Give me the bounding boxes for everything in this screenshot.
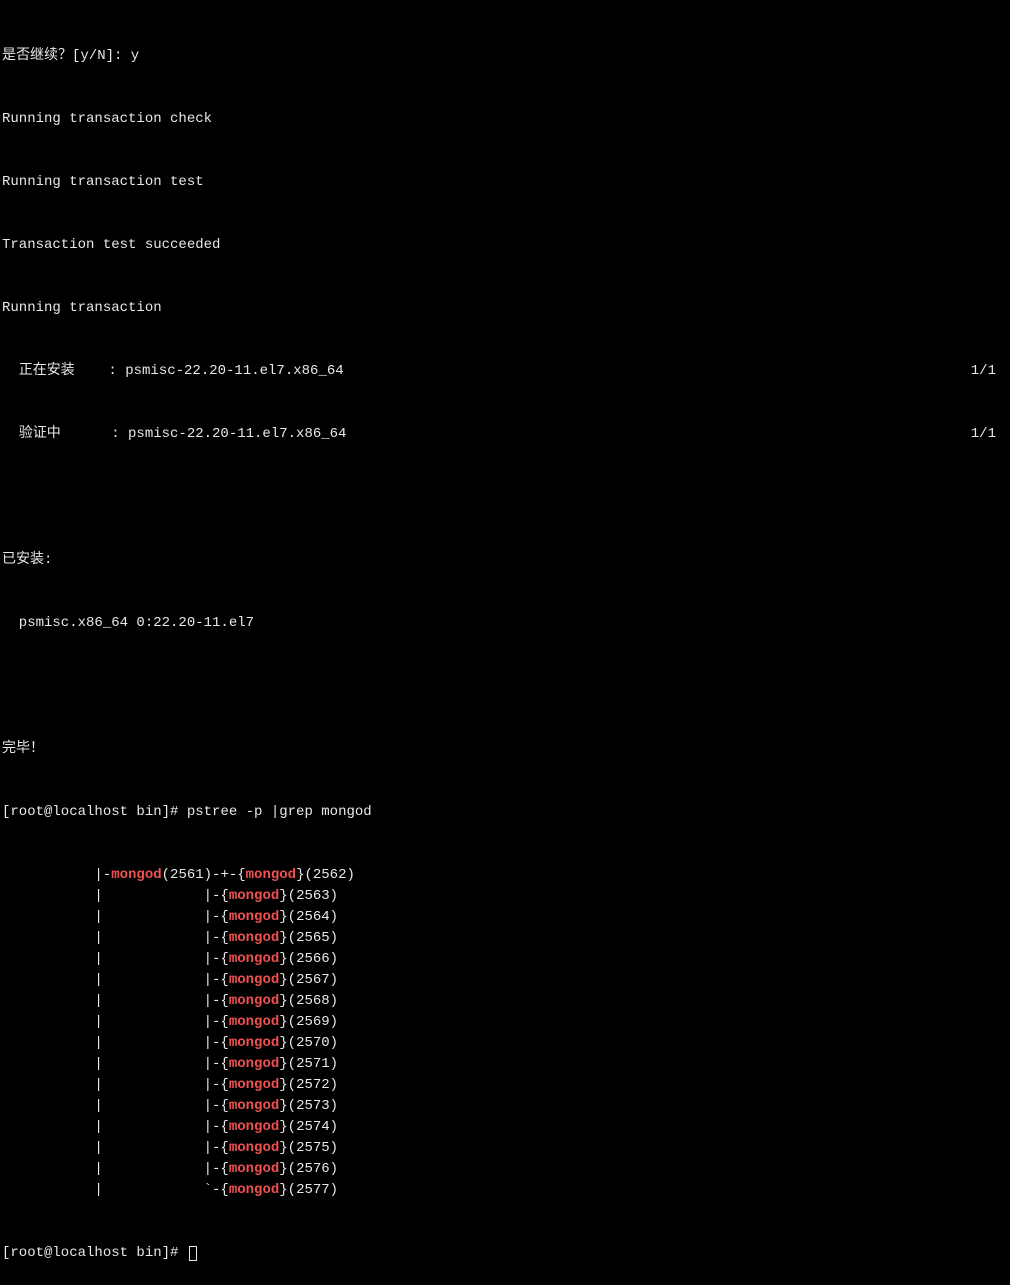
prompt-2: [root@localhost bin]# (2, 1245, 187, 1261)
command-1: pstree -p |grep mongod (187, 804, 372, 820)
running-transaction: Running transaction (2, 298, 1008, 319)
test-succeeded: Transaction test succeeded (2, 235, 1008, 256)
cursor-icon (189, 1246, 197, 1261)
continue-prompt: 是否继续？[y/N]: y (2, 46, 1008, 67)
running-test: Running transaction test (2, 172, 1008, 193)
pstree-line: | |-{mongod}(2567) (2, 970, 1008, 991)
pstree-line: | |-{mongod}(2564) (2, 907, 1008, 928)
pstree-line: | |-{mongod}(2571) (2, 1054, 1008, 1075)
installed-package: psmisc.x86_64 0:22.20-11.el7 (2, 613, 1008, 634)
pstree-line: | |-{mongod}(2574) (2, 1117, 1008, 1138)
pstree-line: |-mongod(2561)-+-{mongod}(2562) (2, 865, 1008, 886)
installed-header: 已安装: (2, 550, 1008, 571)
installing-label: 正在安装 : psmisc-22.20-11.el7.x86_64 (2, 361, 344, 382)
blank-line (2, 487, 1008, 508)
command-line-1[interactable]: [root@localhost bin]# pstree -p |grep mo… (2, 802, 1008, 823)
blank-line (2, 676, 1008, 697)
prompt-1: [root@localhost bin]# (2, 804, 187, 820)
pstree-line: | |-{mongod}(2568) (2, 991, 1008, 1012)
pstree-line: | |-{mongod}(2570) (2, 1033, 1008, 1054)
pstree-line: | |-{mongod}(2569) (2, 1012, 1008, 1033)
verifying-label: 验证中 : psmisc-22.20-11.el7.x86_64 (2, 424, 346, 445)
pstree-output: |-mongod(2561)-+-{mongod}(2562) | |-{mon… (2, 865, 1008, 1201)
pstree-line: | |-{mongod}(2573) (2, 1096, 1008, 1117)
pstree-line: | |-{mongod}(2576) (2, 1159, 1008, 1180)
pstree-line: | |-{mongod}(2572) (2, 1075, 1008, 1096)
pstree-line: | `-{mongod}(2577) (2, 1180, 1008, 1201)
verifying-count: 1/1 (971, 424, 1008, 445)
verifying-row: 验证中 : psmisc-22.20-11.el7.x86_64 1/1 (2, 424, 1008, 445)
installing-row: 正在安装 : psmisc-22.20-11.el7.x86_64 1/1 (2, 361, 1008, 382)
pstree-line: | |-{mongod}(2566) (2, 949, 1008, 970)
terminal-output: 是否继续？[y/N]: y Running transaction check … (2, 4, 1008, 1285)
pstree-line: | |-{mongod}(2563) (2, 886, 1008, 907)
installing-count: 1/1 (971, 361, 1008, 382)
pstree-line: | |-{mongod}(2565) (2, 928, 1008, 949)
complete-msg: 完毕！ (2, 739, 1008, 760)
command-line-2[interactable]: [root@localhost bin]# (2, 1243, 1008, 1264)
pstree-line: | |-{mongod}(2575) (2, 1138, 1008, 1159)
running-check: Running transaction check (2, 109, 1008, 130)
